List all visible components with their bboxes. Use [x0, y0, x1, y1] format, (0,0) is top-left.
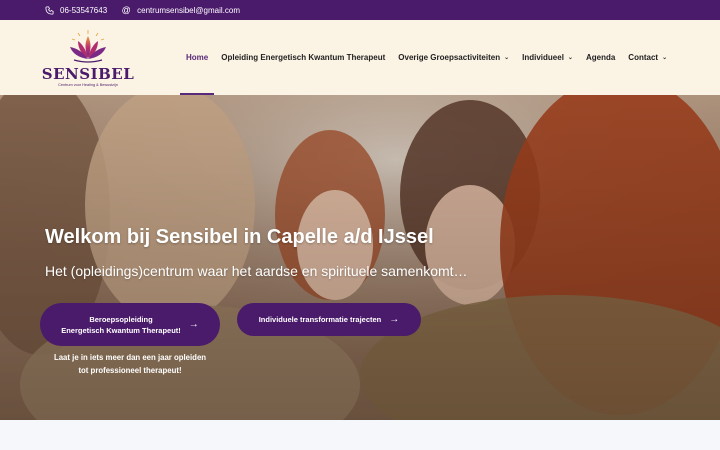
- top-contact-bar: 06-53547643 @ centrumsensibel@gmail.com: [0, 0, 720, 20]
- phone-contact[interactable]: 06-53547643: [44, 5, 107, 15]
- chevron-down-icon: ⌄: [504, 55, 510, 61]
- arrow-right-icon: →: [188, 319, 199, 330]
- button-label-line: Energetisch Kwantum Therapeut!: [61, 325, 181, 335]
- nav-item-contact[interactable]: Contact ⌄: [628, 20, 667, 95]
- site-header: SENSIBEL Centrum voor Healing & Bewustzi…: [0, 20, 720, 95]
- chevron-down-icon: ⌄: [567, 55, 573, 61]
- button-label: Beroepsopleiding Energetisch Kwantum The…: [61, 314, 181, 336]
- nav-label: Overige Groepsactiviteiten: [398, 53, 501, 62]
- page-content-start: [0, 420, 720, 450]
- transformatie-trajecten-button[interactable]: Individuele transformatie trajecten →: [237, 303, 421, 336]
- hero-note-line: Laat je in iets meer dan een jaar opleid…: [53, 353, 207, 362]
- site-logo[interactable]: SENSIBEL Centrum voor Healing & Bewustzi…: [42, 28, 134, 92]
- email-contact[interactable]: @ centrumsensibel@gmail.com: [121, 5, 240, 15]
- button-label: Individuele transformatie trajecten: [258, 315, 382, 324]
- hero-note-line: tot professioneel therapeut!: [78, 366, 182, 375]
- chevron-down-icon: ⌄: [662, 55, 668, 61]
- nav-item-home[interactable]: Home: [179, 20, 215, 95]
- main-navigation: Home Opleiding Energetisch Kwantum Thera…: [179, 20, 680, 95]
- hero-note: Laat je in iets meer dan een jaar opleid…: [40, 351, 220, 377]
- nav-item-agenda[interactable]: Agenda: [586, 20, 615, 95]
- hero-section: Welkom bij Sensibel in Capelle a/d IJsse…: [0, 95, 720, 420]
- hero-subtitle: Het (opleidings)centrum waar het aardse …: [45, 263, 468, 279]
- phone-number[interactable]: 06-53547643: [60, 6, 107, 15]
- logo-wordmark: SENSIBEL: [41, 65, 135, 83]
- nav-item-opleiding[interactable]: Opleiding Energetisch Kwantum Therapeut: [221, 20, 385, 95]
- nav-item-groepsactiviteiten[interactable]: Overige Groepsactiviteiten ⌄: [398, 20, 509, 95]
- arrow-right-icon: →: [389, 314, 400, 325]
- nav-label: Opleiding Energetisch Kwantum Therapeut: [221, 53, 386, 62]
- hero-title: Welkom bij Sensibel in Capelle a/d IJsse…: [45, 226, 434, 248]
- beroepsopleiding-button[interactable]: Beroepsopleiding Energetisch Kwantum The…: [40, 303, 220, 346]
- email-address[interactable]: centrumsensibel@gmail.com: [137, 6, 240, 15]
- nav-label: Agenda: [585, 53, 616, 62]
- phone-icon: [44, 5, 54, 15]
- nav-label: Contact: [628, 53, 659, 62]
- button-label-line: Beroepsopleiding: [89, 314, 153, 324]
- at-icon: @: [121, 5, 131, 15]
- nav-item-individueel[interactable]: Individueel ⌄: [522, 20, 573, 95]
- nav-label: Home: [186, 53, 209, 62]
- logo-tagline: Centrum voor Healing & Bewustzijn: [58, 83, 118, 87]
- nav-label: Individueel: [522, 53, 564, 62]
- lotus-icon: [70, 30, 106, 63]
